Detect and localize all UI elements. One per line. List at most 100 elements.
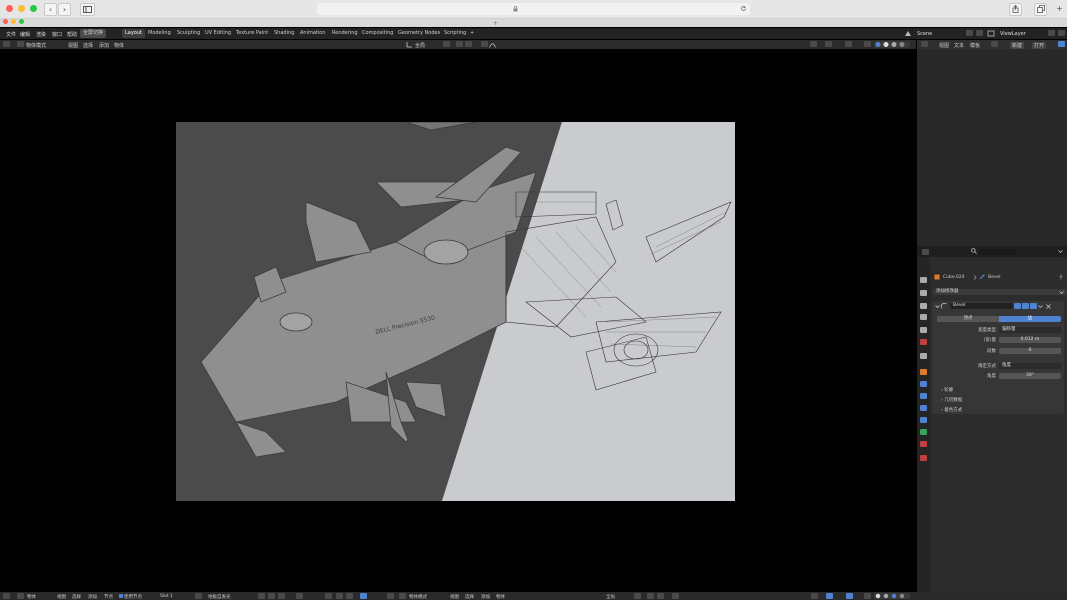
node-editor-type-icon[interactable] [3,593,10,599]
bottom-proportional-icon[interactable] [672,593,679,599]
render-toggle-icon[interactable] [1030,303,1037,309]
bottom2-menu-object[interactable]: 物体 [496,594,505,600]
edit-mode-toggle-icon[interactable] [1014,303,1021,309]
add-tab-plus[interactable]: + [493,20,498,27]
menu-window[interactable]: 窗口 [52,31,62,38]
add-modifier-dropdown[interactable]: 添加修改器 [933,289,1067,295]
particles-tab-icon[interactable] [920,393,927,399]
close-window-button[interactable] [6,5,13,12]
bottom-transform-dropdown[interactable]: 全局 [606,594,615,600]
render-tab-icon[interactable] [920,290,927,296]
scene-browse-icon[interactable] [966,30,973,36]
shading-modes-icon[interactable] [874,41,910,48]
world-tab-icon[interactable] [920,339,927,345]
chevron-down-icon[interactable] [1038,304,1043,309]
viewlayer-add-icon[interactable] [1058,30,1065,36]
tab-rendering[interactable]: Rendering [329,29,361,38]
menu-help[interactable]: 帮助 [67,31,77,38]
snap-icon[interactable] [456,41,463,47]
material-tab-icon[interactable] [920,441,927,447]
address-bar[interactable] [317,3,750,15]
text-options-icon[interactable] [1058,41,1065,47]
bottom-menu-select[interactable]: 选择 [72,594,81,600]
bottom-snap-target-icon[interactable] [657,593,664,599]
data-tab-icon[interactable] [920,429,927,435]
tab-uv-editing[interactable]: UV Editing [202,29,234,38]
tool-tab-icon[interactable] [920,277,927,283]
shading-subpanel[interactable]: › 着色方式 [941,407,962,413]
output-tab-icon[interactable] [920,303,927,309]
viewport-toggle-icon[interactable] [1022,303,1029,309]
properties-editor-type-icon[interactable] [922,249,929,255]
add-workspace-button[interactable]: + [467,29,477,38]
new-text-button[interactable]: 新建 [1010,42,1025,49]
select2-mode-icon[interactable] [399,593,406,599]
xray-icon[interactable] [864,41,871,47]
reload-icon[interactable] [740,5,747,12]
bottom-menu-object[interactable]: 物体 [27,594,36,600]
view-layer-tab-icon[interactable] [920,314,927,320]
snap-target-icon[interactable] [465,41,472,47]
tab-geometry-nodes[interactable]: Geometry Nodes [395,29,443,38]
width-type-dropdown[interactable]: 偏移量 [999,327,1062,333]
close-icon[interactable] [1046,304,1051,309]
tab-scripting[interactable]: Scripting [441,29,469,38]
material-name-field[interactable]: 地板自发光 [208,594,231,600]
bottom2-menu-view[interactable]: 视图 [450,594,459,600]
tab-animation[interactable]: Animation [297,29,329,38]
visibility-icon[interactable] [810,41,817,47]
tab-sculpting[interactable]: Sculpting [174,29,203,38]
slot-dropdown[interactable]: Slot 1 [160,594,173,599]
viewport-menu-select[interactable]: 选择 [83,42,93,49]
constraints-tab-icon[interactable] [920,417,927,423]
viewlayer-browse-icon[interactable] [1048,30,1055,36]
bottom2-menu-add[interactable]: 添加 [481,594,490,600]
angle-field[interactable]: 30° [999,373,1061,379]
minimize-window-button[interactable] [18,5,25,12]
menu-edit[interactable]: 编辑 [20,31,30,38]
chevron-down-icon[interactable] [1058,249,1063,254]
collection-tab-icon[interactable] [920,353,927,359]
back-button[interactable]: ‹ [44,3,57,16]
tab-modeling[interactable]: Modeling [145,29,174,38]
bottom2-menu-select[interactable]: 选择 [465,594,474,600]
bottom-menu-node[interactable]: 节点 [104,594,113,600]
amount-field[interactable]: 0.012 m [999,337,1061,343]
editor2-type-icon[interactable] [325,593,332,599]
blender-close-dot[interactable] [3,19,8,24]
material-browse-icon[interactable] [195,593,202,599]
fullscreen-toggle-button[interactable]: 全屏切换 [80,29,107,38]
proportional-edit-icon[interactable] [481,41,488,47]
forward-button[interactable]: › [58,3,71,16]
new-tab-button[interactable]: + [1054,3,1065,14]
text-menu-view[interactable]: 视图 [939,42,949,49]
material-users-icon[interactable] [258,593,265,599]
profile-subpanel[interactable]: › 轮廓 [941,387,953,393]
collapse-chevron-icon[interactable] [935,304,940,309]
affect-edges-button[interactable]: 边 [999,316,1061,322]
text-editor-area[interactable]: 视图 文本 模板 新建 打开 [917,40,1067,246]
bottom-xray-icon[interactable] [864,593,871,599]
editor-type-icon[interactable] [3,41,10,47]
pivot-icon[interactable] [443,41,450,47]
bottom-menu-view[interactable]: 视图 [57,594,66,600]
limit-method-dropdown[interactable]: 角度 [999,363,1062,369]
pin-icon[interactable] [1058,274,1064,280]
select-mode-icon[interactable] [17,41,24,47]
tab-shading[interactable]: Shading [271,29,297,38]
scene-tab-icon[interactable] [920,327,927,333]
zoom-window-button[interactable] [30,5,37,12]
modifier-name-field[interactable]: Bevel [950,303,1013,309]
gizmo-icon[interactable] [825,41,832,47]
scene-add-icon[interactable] [976,30,983,36]
viewport-menu-add[interactable]: 添加 [99,42,109,49]
text-menu-text[interactable]: 文本 [954,42,964,49]
fake-user-icon[interactable] [268,593,275,599]
open-text-button[interactable]: 打开 [1032,42,1047,49]
blender-max-dot[interactable] [19,19,24,24]
snap2-icon[interactable] [346,593,353,599]
text-browse-icon[interactable] [991,41,998,47]
bottom-visibility-icon[interactable] [811,593,818,599]
texture-tab-icon[interactable] [920,455,927,461]
mode-dropdown[interactable]: 物体模式 [26,42,46,49]
